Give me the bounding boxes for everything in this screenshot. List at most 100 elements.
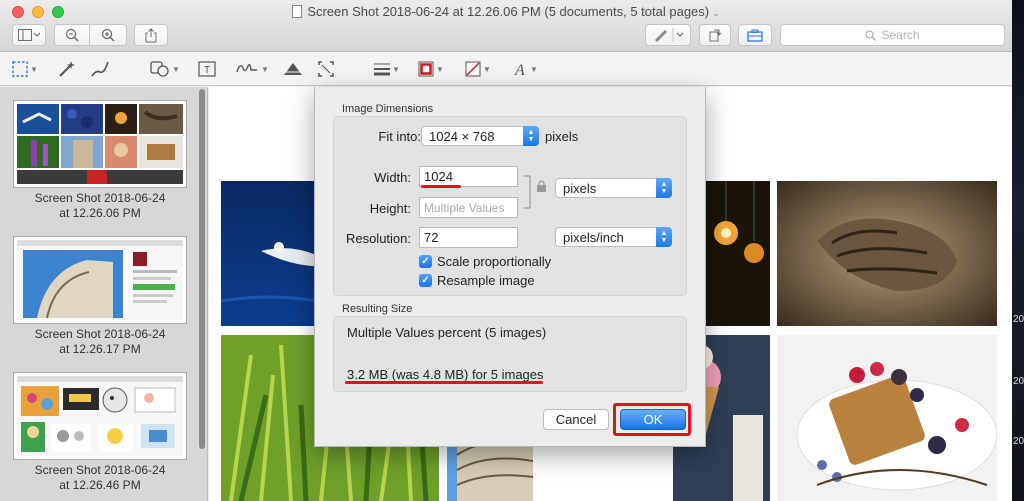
cancel-button[interactable]: Cancel [543,409,609,430]
width-label: Width: [374,170,411,185]
fit-into-unit: pixels [545,129,579,144]
fill-color-tool[interactable]: ▼ [465,59,491,79]
resolution-field[interactable]: 72 [419,227,518,248]
width-field[interactable]: 1024 [419,166,518,187]
scrollbar-knob[interactable] [199,89,205,449]
result-percent-text: Multiple Values percent (5 images) [347,325,547,340]
result-size-text: 3.2 MB (was 4.8 MB) for 5 images [347,367,544,382]
sidebar-toggle-button[interactable] [12,24,46,46]
sidebar-scrollbar[interactable] [199,87,206,501]
caption-line: at 12.26.17 PM [59,342,141,356]
shapes-icon [150,61,169,77]
share-button[interactable] [134,24,168,46]
text-style-tool[interactable]: A ▼ [512,59,538,79]
adjust-color-tool[interactable] [283,59,303,79]
shapes-tool[interactable]: ▼ [150,59,180,79]
resolution-unit-value: pixels/inch [563,229,624,245]
line-style-icon [374,63,390,76]
scale-proportionally-label: Scale proportionally [437,254,552,269]
webpage-thumbnail [17,376,183,456]
caption-line: Screen Shot 2018-06-24 [34,191,166,205]
sketch-icon [91,61,109,77]
thumbnail-sidebar: Screen Shot 2018-06-24 at 12.26.06 PM Sc… [0,87,208,501]
toolbox-icon [747,29,763,42]
fit-into-select[interactable]: 1024 × 768 ▲ ▼ [421,126,539,146]
sidebar-item[interactable]: Screen Shot 2018-06-24 at 12.26.17 PM [14,237,186,357]
photo-bulbs [706,181,770,326]
instant-alpha-icon [59,61,75,77]
rect-selection-tool[interactable]: ▼ [12,59,38,79]
search-input[interactable]: Search [780,24,1005,46]
desktop-text-fragment: 20 [1013,376,1024,387]
chevron-down-icon: ▼ [30,64,38,74]
footprint-sand-image [777,181,997,326]
text-icon: T [198,61,216,77]
resample-image-label: Resample image [437,273,535,288]
crop-icon [318,61,334,77]
lock-icon[interactable] [536,179,547,193]
title-bar: Screen Shot 2018-06-24 at 12.26.06 PM (5… [0,0,1012,52]
chevron-down-icon: ▼ [530,64,538,74]
chevron-down-icon: ▼ [261,64,269,74]
resolution-unit-select[interactable]: pixels/inch ▲ ▼ [555,227,672,247]
markup-toolbar: ▼ ▼ T ▼ ▼ ▼ ▼ A ▼ [0,52,1012,86]
adjust-size-dialog: Image Dimensions Fit into: 1024 × 768 ▲ ▼… [314,87,706,447]
fit-into-value: 1024 × 768 [429,128,495,144]
sidebar-item-caption: Screen Shot 2018-06-24 at 12.26.46 PM [14,463,186,493]
rotate-button[interactable] [699,24,731,46]
instant-alpha-tool[interactable] [58,59,76,79]
chevron-down-icon[interactable]: ⌄ [712,8,720,18]
height-field[interactable]: Multiple Values [419,197,518,218]
chevron-down-icon: ▼ [436,64,444,74]
result-size-highlight-underline [345,381,543,384]
adjust-color-icon [284,63,302,75]
sidebar-toggle-icon [18,29,40,41]
height-label: Height: [369,201,411,216]
zoom-in-button[interactable] [89,24,127,46]
webpage-thumbnail [17,240,183,320]
chevron-down-icon: ▼ [483,64,491,74]
select-arrows-icon: ▲ ▼ [523,126,539,146]
chevron-down-icon: ▼ [392,64,400,74]
markup-toolbar-button[interactable] [645,24,691,46]
sidebar-item[interactable]: Screen Shot 2018-06-24 at 12.26.46 PM [14,373,186,493]
window-title[interactable]: Screen Shot 2018-06-24 at 12.26.06 PM (5… [0,4,1012,19]
desktop-background: 20 20 20 [1012,0,1024,501]
border-color-icon [418,61,434,77]
caption-line: at 12.26.46 PM [59,478,141,492]
resample-image-checkbox[interactable]: ✓ Resample image [419,273,535,288]
ok-button[interactable]: OK [620,409,686,430]
document-icon [292,5,303,18]
crop-tool[interactable] [318,59,334,79]
resulting-size-label: Resulting Size [342,303,413,315]
sidebar-item-caption: Screen Shot 2018-06-24 at 12.26.06 PM [14,191,186,221]
zoom-out-button[interactable] [54,24,90,46]
sign-tool[interactable]: ▼ [235,59,269,79]
size-unit-select[interactable]: pixels ▲ ▼ [555,178,672,198]
sketch-tool[interactable] [90,59,110,79]
toolbox-button[interactable] [738,24,772,46]
sidebar-item-caption: Screen Shot 2018-06-24 at 12.26.17 PM [14,327,186,357]
checkmark-icon: ✓ [419,255,432,268]
svg-text:T: T [204,65,210,76]
scale-proportionally-checkbox[interactable]: ✓ Scale proportionally [419,254,551,269]
select-arrows-icon: ▲ ▼ [656,178,672,198]
sidebar-item[interactable]: Screen Shot 2018-06-24 at 12.26.06 PM [14,101,186,221]
text-tool[interactable]: T [198,59,216,79]
resolution-label: Resolution: [345,231,411,246]
waffle-berries-image [777,335,997,501]
size-unit-value: pixels [563,180,597,196]
desktop-text-fragment: 20 [1013,314,1024,325]
thumbnail-image [14,373,186,459]
photo-grid-thumbnail [17,104,183,184]
window-title-text: Screen Shot 2018-06-24 at 12.26.06 PM (5… [307,4,710,19]
thumbnail-image [14,237,186,323]
zoom-in-icon [101,28,115,42]
sign-icon [236,63,257,73]
line-style-tool[interactable]: ▼ [374,59,400,79]
chevron-down-icon: ▼ [172,64,180,74]
preview-window: Screen Shot 2018-06-24 at 12.26.06 PM (5… [0,0,1012,501]
border-color-tool[interactable]: ▼ [418,59,444,79]
photo-waffles [777,335,997,501]
lightbulb-image [706,181,770,326]
